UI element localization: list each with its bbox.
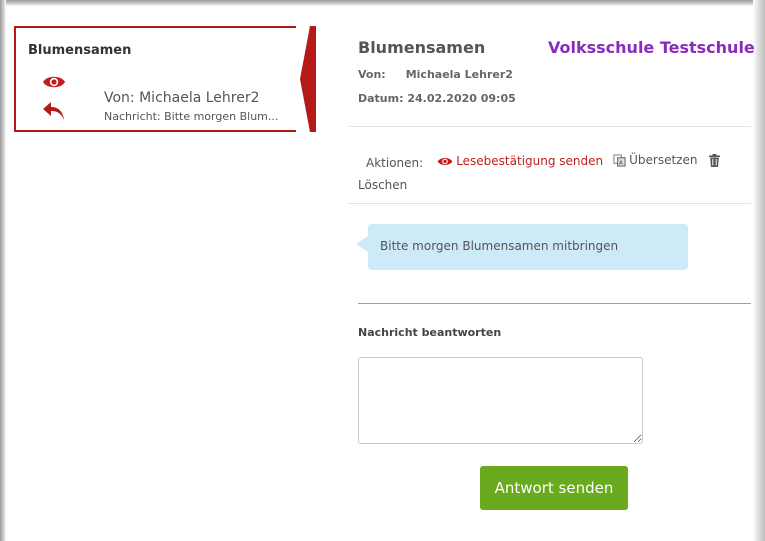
delete-label[interactable]: Löschen (358, 173, 748, 197)
divider (348, 126, 751, 127)
message-subject: Blumensamen (358, 38, 486, 57)
reply-separator (358, 303, 751, 304)
message-date: Datum: 24.02.2020 09:05 (358, 92, 516, 105)
eye-icon (43, 76, 65, 88)
eye-icon (437, 157, 453, 165)
delete-button[interactable] (709, 153, 723, 167)
sender-name: Michaela Lehrer2 (405, 68, 513, 81)
window-frame-top (0, 0, 765, 6)
window-frame-right (753, 0, 765, 541)
message-bubble-tip (356, 236, 368, 252)
divider (348, 203, 751, 204)
actions-label: Aktionen: (366, 155, 424, 170)
svg-text:A: A (619, 160, 623, 166)
message-bubble: Bitte morgen Blumensamen mitbringen (368, 224, 688, 270)
reply-label: Nachricht beantworten (358, 326, 502, 339)
selected-item-pointer (296, 26, 316, 132)
reply-icon (43, 102, 64, 120)
translate-button[interactable]: A Übersetzen (613, 148, 697, 172)
message-list-item[interactable]: Blumensamen Von: Michaela Lehrer2 Nachri… (14, 26, 314, 132)
sender-label: Von: (358, 68, 386, 81)
window-frame-left (0, 0, 6, 541)
message-sender-line: Von: Michaela Lehrer2 (358, 68, 513, 81)
reply-textarea[interactable] (358, 357, 643, 444)
read-receipt-label: Lesebestätigung senden (456, 154, 604, 168)
translate-label: Übersetzen (629, 153, 698, 167)
message-body: Bitte morgen Blumensamen mitbringen (380, 239, 619, 253)
message-list-item-preview: Nachricht: Bitte morgen Blum... (104, 110, 279, 123)
actions-bar: Aktionen: Lesebestätigung senden A Übersetz… (358, 148, 748, 197)
trash-icon (709, 153, 721, 167)
message-list-item-sender: Von: Michaela Lehrer2 (104, 90, 260, 106)
translate-icon: A (613, 153, 626, 166)
read-receipt-button[interactable]: Lesebestätigung senden (437, 149, 603, 173)
message-list-item-title: Blumensamen (28, 43, 132, 58)
school-name: Volksschule Testschule (548, 38, 755, 57)
send-reply-button[interactable]: Antwort senden (480, 466, 628, 510)
